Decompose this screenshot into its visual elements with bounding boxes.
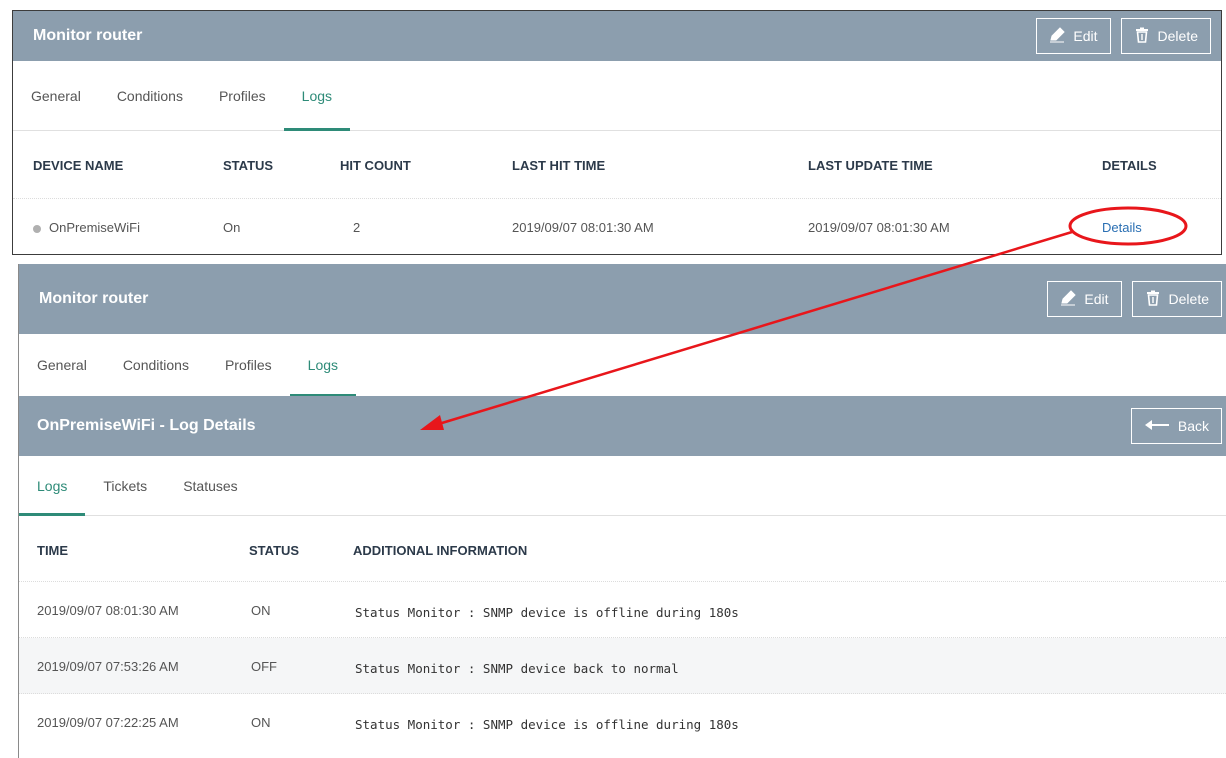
- tab-sub-statuses[interactable]: Statuses: [165, 456, 255, 515]
- tab-conditions[interactable]: Conditions: [105, 334, 207, 396]
- trash-icon: [1145, 290, 1161, 309]
- edit-icon: [1049, 26, 1066, 46]
- delete-label: Delete: [1168, 291, 1209, 307]
- device-name-cell: OnPremiseWiFi: [33, 220, 140, 235]
- trash-icon: [1134, 27, 1150, 46]
- log-status-cell: OFF: [251, 659, 277, 674]
- tab-sub-logs[interactable]: Logs: [19, 456, 86, 516]
- arrow-left-icon: [1144, 417, 1170, 436]
- log-info-cell: Status Monitor : SNMP device is offline …: [355, 605, 739, 620]
- tab-sub-tickets[interactable]: Tickets: [85, 456, 165, 515]
- tab-profiles[interactable]: Profiles: [201, 61, 284, 130]
- log-info-cell: Status Monitor : SNMP device back to nor…: [355, 661, 679, 676]
- column-last-update-time[interactable]: LAST UPDATE TIME: [808, 158, 933, 173]
- table-row: OnPremiseWiFi On 2 2019/09/07 08:01:30 A…: [13, 199, 1221, 255]
- column-device-name[interactable]: DEVICE NAME: [33, 158, 123, 173]
- edit-label: Edit: [1084, 291, 1109, 307]
- log-time-cell: 2019/09/07 07:22:25 AM: [37, 715, 179, 730]
- last-update-time-cell: 2019/09/07 08:01:30 AM: [808, 220, 950, 235]
- column-additional-information[interactable]: ADDITIONAL INFORMATION: [353, 543, 527, 558]
- column-details[interactable]: DETAILS: [1102, 158, 1157, 173]
- log-status-cell: ON: [251, 603, 271, 618]
- device-name: OnPremiseWiFi: [49, 220, 141, 235]
- tab-logs[interactable]: Logs: [283, 61, 351, 131]
- column-status[interactable]: STATUS: [249, 543, 299, 558]
- log-time-cell: 2019/09/07 08:01:30 AM: [37, 603, 179, 618]
- panel-title: Monitor router: [33, 27, 143, 44]
- log-table-row: 2019/09/07 08:01:30 AM ON Status Monitor…: [19, 582, 1226, 638]
- log-details-title: OnPremiseWiFi - Log Details: [37, 417, 256, 434]
- last-hit-time-cell: 2019/09/07 08:01:30 AM: [512, 220, 654, 235]
- log-table-row: 2019/09/07 07:22:25 AM ON Status Monitor…: [19, 694, 1226, 750]
- column-last-hit-time[interactable]: LAST HIT TIME: [512, 158, 605, 173]
- details-link[interactable]: Details: [1102, 220, 1142, 235]
- panel-header: Monitor router Edit Delete: [19, 264, 1226, 334]
- log-table-header: TIME STATUS ADDITIONAL INFORMATION: [19, 516, 1226, 582]
- log-time-cell: 2019/09/07 07:53:26 AM: [37, 659, 179, 674]
- log-table-row: 2019/09/07 07:53:26 AM OFF Status Monito…: [19, 638, 1226, 694]
- monitor-panel-top: Monitor router Edit Delete General Condi…: [12, 10, 1222, 255]
- panel-tabs: General Conditions Profiles Logs: [19, 334, 1226, 397]
- tab-profiles[interactable]: Profiles: [207, 334, 290, 396]
- table-header: DEVICE NAME STATUS HIT COUNT LAST HIT TI…: [13, 131, 1221, 199]
- panel-header: Monitor router Edit Delete: [13, 11, 1221, 61]
- column-status[interactable]: STATUS: [223, 158, 273, 173]
- edit-button[interactable]: Edit: [1047, 281, 1122, 317]
- tab-conditions[interactable]: Conditions: [99, 61, 201, 130]
- edit-label: Edit: [1073, 28, 1098, 44]
- log-status-cell: ON: [251, 715, 271, 730]
- delete-button[interactable]: Delete: [1131, 281, 1222, 317]
- back-button[interactable]: Back: [1130, 408, 1222, 444]
- column-hit-count[interactable]: HIT COUNT: [340, 158, 411, 173]
- panel-title: Monitor router: [39, 290, 149, 307]
- status-dot-icon: [33, 224, 41, 233]
- column-time[interactable]: TIME: [37, 543, 68, 558]
- log-details-header: OnPremiseWiFi - Log Details Back: [19, 396, 1226, 456]
- monitor-panel-bottom: Monitor router Edit Delete General Condi…: [18, 264, 1226, 758]
- tab-general[interactable]: General: [19, 334, 105, 396]
- delete-label: Delete: [1157, 28, 1198, 44]
- log-sub-tabs: Logs Tickets Statuses: [19, 456, 1226, 516]
- delete-button[interactable]: Delete: [1120, 18, 1211, 54]
- log-info-cell: Status Monitor : SNMP device is offline …: [355, 717, 739, 732]
- back-label: Back: [1177, 418, 1209, 434]
- edit-button[interactable]: Edit: [1036, 18, 1111, 54]
- status-cell: On: [223, 220, 241, 235]
- tab-logs[interactable]: Logs: [289, 334, 357, 397]
- hit-count-cell: 2: [353, 220, 361, 235]
- edit-icon: [1060, 289, 1077, 309]
- panel-tabs: General Conditions Profiles Logs: [13, 61, 1221, 131]
- tab-general[interactable]: General: [13, 61, 99, 130]
